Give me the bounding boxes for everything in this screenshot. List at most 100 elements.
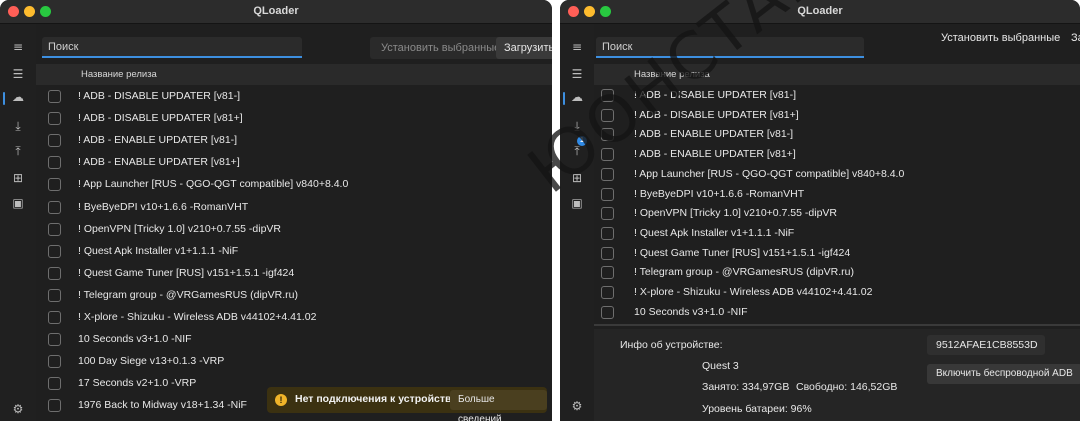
table-row[interactable]: 10 Seconds v3+1.0 -NIF [36,328,552,350]
column-header-release-name[interactable]: Название релиза [81,64,157,85]
row-checkbox[interactable] [601,148,614,162]
table-row[interactable]: ! ADB - DISABLE UPDATER [v81+] [36,107,552,129]
table-row[interactable]: ! ByeByeDPI v10+1.6.6 -RomanVHT [36,196,552,218]
table-row[interactable]: ! ADB - DISABLE UPDATER [v81-] [36,85,552,107]
grid-icon[interactable]: ⊞ [560,171,594,185]
row-checkbox[interactable] [48,333,61,347]
table-row[interactable]: ! ByeByeDPI v10+1.6.6 -RomanVHT [594,185,1080,205]
table-row[interactable]: ! ADB - ENABLE UPDATER [v81-] [36,129,552,151]
toast-message: Нет подключения к устройству [295,393,458,405]
table-row[interactable]: ! ADB - ENABLE UPDATER [v81+] [594,145,1080,165]
table-row[interactable]: ! Telegram group - @VRGamesRUS (dipVR.ru… [36,284,552,306]
table-row[interactable]: ! OpenVPN [Tricky 1.0] v210+0.7.55 -dipV… [594,204,1080,224]
menu-icon[interactable]: ≡ [560,40,594,54]
search-input[interactable] [596,37,864,58]
row-checkbox[interactable] [601,89,614,102]
release-name: 2048 World [FIXED MR] v1+0.1 -NiF [78,417,248,421]
load-button[interactable]: За [1065,27,1080,49]
more-details-button[interactable]: Больше сведений [450,390,547,421]
row-checkbox[interactable] [601,187,614,201]
row-checkbox[interactable] [601,226,614,240]
upload-icon[interactable]: ⤒ [560,144,594,159]
column-header-release-name[interactable]: Название релиза [634,64,710,85]
cloud-icon[interactable]: ☁ [560,90,594,104]
row-checkbox[interactable] [601,108,614,122]
row-checkbox[interactable] [601,207,614,221]
release-name: ! ADB - ENABLE UPDATER [v81+] [78,156,240,169]
row-checkbox[interactable] [48,266,61,280]
install-selected-button[interactable]: Установить выбранные [930,27,1071,49]
release-name: ! ADB - ENABLE UPDATER [v81-] [78,134,238,147]
row-checkbox[interactable] [48,355,61,369]
row-checkbox[interactable] [48,377,61,391]
warning-icon: ! [275,394,287,406]
device-model: Quest 3 [702,360,739,372]
table-row[interactable]: ! Telegram group - @VRGamesRUS (dipVR.ru… [594,263,1080,283]
row-checkbox[interactable] [48,90,61,103]
list-icon[interactable]: ☰ [560,67,594,81]
release-name: ! Quest Apk Installer v1+1.1.1 -NiF [78,244,239,257]
row-checkbox[interactable] [48,200,61,214]
settings-icon[interactable]: ⚙ [560,399,594,413]
grid-icon[interactable]: ⊞ [0,171,36,185]
row-checkbox[interactable] [601,246,614,260]
row-checkbox[interactable] [48,112,61,126]
release-name: 10 Seconds v3+1.0 -NIF [634,305,748,318]
window-title: QLoader [797,5,843,17]
row-checkbox[interactable] [48,399,61,413]
row-checkbox[interactable] [601,128,614,142]
table-row[interactable]: ! Quest Game Tuner [RUS] v151+1.5.1 -igf… [594,244,1080,264]
release-name: ! X-plore - Shizuku - Wireless ADB v4410… [78,311,317,323]
table-row[interactable]: ! Quest Game Tuner [RUS] v151+1.5.1 -igf… [36,262,552,284]
table-row[interactable]: ! App Launcher [RUS - QGO-QGT compatible… [36,173,552,195]
release-name: ! OpenVPN [Tricky 1.0] v210+0.7.55 -dipV… [634,207,838,220]
download-icon[interactable]: ⤓ [0,119,36,134]
row-checkbox[interactable] [601,167,614,181]
row-checkbox[interactable] [48,311,61,324]
row-checkbox[interactable] [48,134,61,148]
row-checkbox[interactable] [601,266,614,280]
release-name: ! OpenVPN [Tricky 1.0] v210+0.7.55 -dipV… [78,222,282,235]
save-icon[interactable]: ▣ [560,196,594,210]
table-row[interactable]: 10 Seconds v3+1.0 -NIF [594,303,1080,323]
cloud-icon[interactable]: ☁ [0,90,36,104]
release-name: ! ADB - DISABLE UPDATER [v81-] [78,90,241,102]
install-selected-button[interactable]: Установить выбранные [370,37,512,59]
release-name: ! ADB - DISABLE UPDATER [v81-] [634,89,797,101]
save-icon[interactable]: ▣ [0,196,36,210]
table-row[interactable]: ! X-plore - Shizuku - Wireless ADB v4410… [36,306,552,328]
table-row[interactable]: ! Quest Apk Installer v1+1.1.1 -NiF [36,240,552,262]
release-name: ! App Launcher [RUS - QGO-QGT compatible… [634,167,905,180]
list-icon[interactable]: ☰ [0,67,36,81]
upload-icon[interactable]: ⤒ [0,144,36,159]
table-row[interactable]: ! Quest Apk Installer v1+1.1.1 -NiF [594,224,1080,244]
table-row[interactable]: ! ADB - ENABLE UPDATER [v81+] [36,151,552,173]
row-checkbox[interactable] [48,222,61,236]
search-input[interactable] [42,37,302,58]
menu-icon[interactable]: ≡ [0,40,36,54]
table-row[interactable]: ! ADB - DISABLE UPDATER [v81-] [594,86,1080,106]
connection-toast: ! Нет подключения к устройству Больше св… [267,387,547,421]
row-checkbox[interactable] [601,286,614,299]
table-row[interactable]: 100 Day Siege v13+0.1.3 -VRP [36,350,552,372]
table-header: Название релиза [36,64,552,85]
main-panel: Установить выбранные Загрузить Название … [36,24,552,421]
download-icon[interactable]: ⤓ [560,119,594,134]
device-serial-select[interactable]: 9512AFAE1CB8553D ⌄ [927,335,1045,370]
release-name: 1976 Back to Midway v18+1.34 -NiF [78,399,247,412]
table-row[interactable]: ! ADB - ENABLE UPDATER [v81-] [594,125,1080,145]
table-row[interactable]: ! OpenVPN [Tricky 1.0] v210+0.7.55 -dipV… [36,218,552,240]
table-row[interactable]: ! X-plore - Shizuku - Wireless ADB v4410… [594,283,1080,303]
release-name: ! X-plore - Shizuku - Wireless ADB v4410… [634,286,873,298]
row-checkbox[interactable] [601,305,614,319]
table-row[interactable]: ! App Launcher [RUS - QGO-QGT compatible… [594,165,1080,185]
enable-wireless-adb-button[interactable]: Включить беспроводной ADB [927,364,1080,384]
row-checkbox[interactable] [48,178,61,192]
release-name: ! ByeByeDPI v10+1.6.6 -RomanVHT [634,187,805,200]
row-checkbox[interactable] [48,288,61,302]
table-row[interactable]: ! ADB - DISABLE UPDATER [v81+] [594,106,1080,126]
settings-icon[interactable]: ⚙ [0,402,36,416]
row-checkbox[interactable] [48,156,61,170]
load-button[interactable]: Загрузить [496,37,552,59]
row-checkbox[interactable] [48,244,61,258]
